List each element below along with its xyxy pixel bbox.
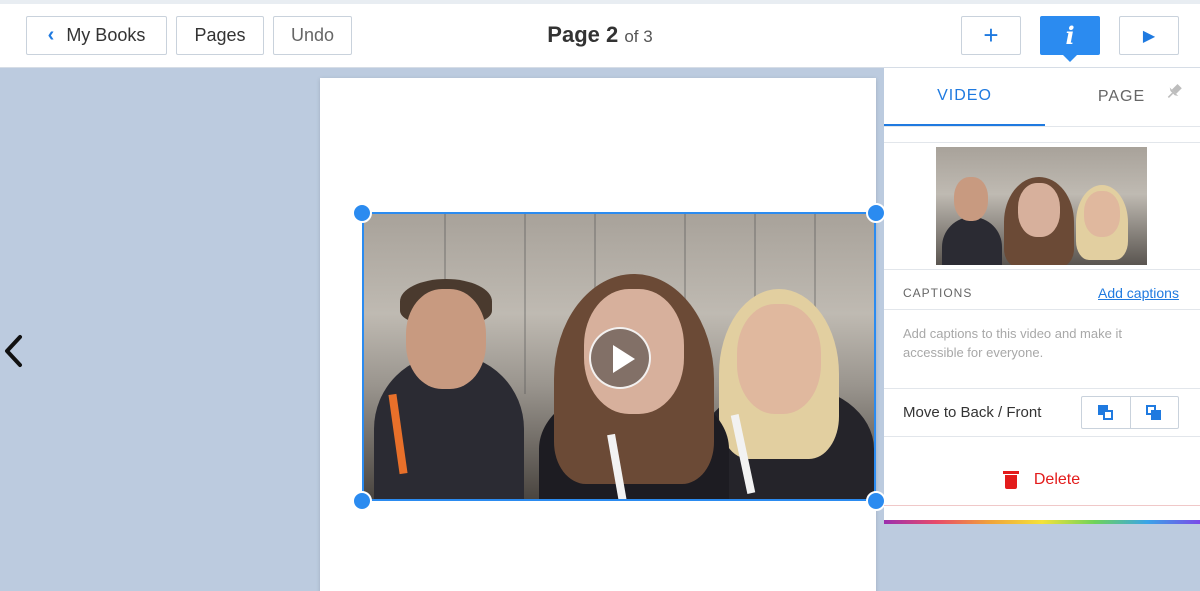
page-total: of 3	[624, 27, 653, 46]
info-icon: i	[1065, 21, 1075, 50]
divider	[884, 388, 1200, 389]
video-element[interactable]	[362, 212, 876, 501]
head	[1018, 183, 1060, 237]
bring-to-front-button[interactable]	[1129, 397, 1179, 428]
head	[406, 289, 486, 389]
trash-icon	[1002, 470, 1019, 489]
person-figure	[942, 217, 1002, 265]
chevron-left-icon	[5, 335, 22, 367]
resize-handle-top-right[interactable]	[866, 203, 886, 223]
my-books-button[interactable]: ‹ My Books	[26, 16, 167, 55]
page-indicator: Page 2 of 3	[500, 22, 700, 48]
divider	[884, 436, 1200, 437]
add-captions-link[interactable]: Add captions	[1098, 285, 1179, 301]
add-button[interactable]: +	[961, 16, 1021, 55]
page-number: Page 2	[547, 22, 619, 47]
divider	[884, 269, 1200, 270]
head	[954, 177, 988, 221]
play-icon: ▶	[1142, 27, 1156, 45]
inspector-panel: VIDEO PAGE CAPTIONS Add captions Add cap…	[884, 68, 1200, 524]
my-books-label: My Books	[66, 25, 146, 45]
previous-page-icon[interactable]	[2, 334, 24, 378]
resize-handle-bottom-right[interactable]	[866, 491, 886, 511]
delete-label: Delete	[1033, 470, 1081, 488]
video-preview-thumbnail	[936, 147, 1147, 265]
play-book-button[interactable]: ▶	[1119, 16, 1179, 55]
rainbow-divider	[884, 520, 1200, 524]
trash-lid	[1002, 470, 1019, 474]
pages-button[interactable]: Pages	[176, 16, 264, 55]
chevron-left-icon: ‹	[47, 24, 55, 46]
move-button-group	[1081, 396, 1179, 429]
undo-button[interactable]: Undo	[273, 16, 352, 55]
head	[1084, 191, 1120, 237]
wall-panel-line	[524, 214, 526, 394]
info-button[interactable]: i	[1040, 16, 1100, 55]
divider	[884, 142, 1200, 143]
info-caret	[1062, 54, 1078, 62]
top-toolbar: ‹ My Books Pages Undo Page 2 of 3 + i ▶	[0, 0, 1200, 68]
move-label: Move to Back / Front	[903, 404, 1042, 421]
divider	[884, 309, 1200, 310]
head	[737, 304, 821, 414]
resize-handle-top-left[interactable]	[352, 203, 372, 223]
captions-label: CAPTIONS	[903, 286, 973, 300]
top-border	[0, 0, 1200, 4]
tab-video[interactable]: VIDEO	[884, 68, 1045, 126]
captions-description: Add captions to this video and make it a…	[903, 326, 1122, 360]
bring-to-front-icon	[1146, 404, 1162, 421]
resize-handle-bottom-left[interactable]	[352, 491, 372, 511]
tab-page[interactable]: PAGE	[1074, 68, 1169, 126]
square-front	[1151, 409, 1162, 420]
square-front	[1102, 409, 1113, 420]
trash-can	[1004, 474, 1017, 489]
plus-icon: +	[983, 20, 999, 50]
person-figure	[539, 274, 729, 499]
tab-divider	[884, 126, 1200, 127]
play-icon	[613, 345, 635, 373]
send-to-back-button[interactable]	[1082, 397, 1130, 428]
delete-button[interactable]: Delete	[884, 454, 1200, 506]
send-to-back-icon	[1097, 404, 1114, 421]
play-video-button[interactable]	[589, 327, 651, 389]
